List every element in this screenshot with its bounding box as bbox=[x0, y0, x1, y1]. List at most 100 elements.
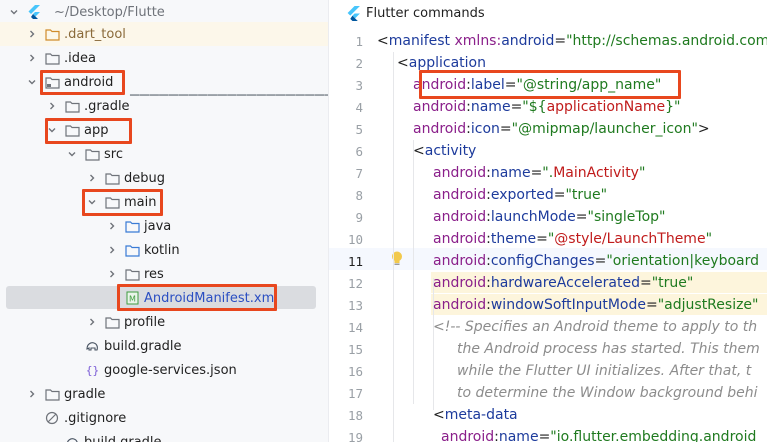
code-line[interactable]: android:name="${applicationName}" bbox=[413, 96, 680, 118]
line-number: 16 bbox=[347, 364, 363, 379]
chevron-down-icon[interactable] bbox=[86, 190, 98, 214]
code-token: android bbox=[433, 165, 487, 181]
tree-item-profile[interactable]: profile bbox=[0, 310, 328, 334]
tree-item-kotlin[interactable]: kotlin bbox=[0, 238, 328, 262]
tree-item-label: .dart_tool bbox=[64, 26, 126, 42]
chevron-right-icon[interactable] bbox=[46, 94, 58, 118]
tree-item-gradle[interactable]: .gradle bbox=[0, 94, 328, 118]
code-token: android bbox=[413, 77, 467, 93]
code-token: }" bbox=[665, 99, 681, 115]
code-line[interactable]: <meta-data bbox=[433, 404, 518, 426]
chevron-right-icon[interactable] bbox=[86, 166, 98, 190]
chevron-right-icon[interactable] bbox=[106, 214, 118, 238]
code-token: < bbox=[377, 33, 389, 49]
code-line[interactable]: android:hardwareAccelerated="true" bbox=[433, 272, 693, 294]
chevron-right-icon[interactable] bbox=[26, 46, 38, 70]
code-line[interactable]: <activity bbox=[413, 140, 476, 162]
tree-item-gradle[interactable]: gradle bbox=[0, 382, 328, 406]
code-token: < bbox=[433, 407, 445, 423]
code-line[interactable]: to determine the Window background behi bbox=[457, 382, 758, 404]
editor-tab[interactable]: Flutter commands bbox=[329, 0, 767, 26]
code-token: = bbox=[646, 297, 658, 313]
code-line[interactable]: android:exported="true" bbox=[433, 184, 607, 206]
code-line[interactable]: android:theme="@style/LaunchTheme" bbox=[433, 228, 712, 250]
code-token: activity bbox=[424, 143, 477, 159]
tree-item-idea[interactable]: .idea bbox=[0, 46, 328, 70]
chevron-right-icon[interactable] bbox=[26, 382, 38, 406]
tree-item-label: gradle bbox=[64, 386, 106, 402]
chevron-right-icon[interactable] bbox=[106, 262, 118, 286]
code-token: android bbox=[413, 99, 467, 115]
code-token: android bbox=[501, 33, 555, 49]
flutter-icon bbox=[347, 5, 360, 21]
code-line[interactable]: android:name="io.flutter.embedding.andro… bbox=[441, 426, 756, 442]
code-line[interactable]: android:icon="@mipmap/launcher_icon"> bbox=[413, 118, 710, 140]
code-token: = bbox=[530, 165, 543, 181]
tree-item-build-gradle[interactable]: build.gradle bbox=[0, 334, 328, 358]
chevron-right-icon[interactable] bbox=[26, 22, 38, 46]
code-editor[interactable]: Flutter commands 1 2 3 4 5 6 7 8 9 10 11 12 13 14 15 16… bbox=[329, 0, 767, 442]
chevron-down-icon[interactable] bbox=[66, 142, 78, 166]
code-line[interactable]: <manifest xmlns:android="http://schemas.… bbox=[377, 30, 767, 52]
code-token: = bbox=[575, 209, 588, 225]
ignore-file-icon bbox=[44, 410, 60, 426]
tree-item-label: build.gradle bbox=[84, 434, 162, 442]
chevron-right-icon[interactable] bbox=[86, 310, 98, 334]
code-token: name bbox=[498, 429, 539, 442]
code-line[interactable]: android:configChanges="orientation|keybo… bbox=[433, 250, 759, 272]
line-number: 4 bbox=[355, 100, 363, 115]
folder-icon bbox=[124, 218, 140, 234]
tree-item-google-services-json[interactable]: {} google-services.json bbox=[0, 358, 328, 382]
chevron-down-icon[interactable] bbox=[26, 70, 38, 94]
code-token: = bbox=[536, 231, 548, 247]
code-line[interactable]: android:launchMode="singleTop" bbox=[433, 206, 665, 228]
line-number: 12 bbox=[347, 276, 363, 291]
code-token: configChanges bbox=[490, 253, 595, 269]
tree-item-main[interactable]: main bbox=[0, 190, 328, 214]
line-number: 10 bbox=[347, 232, 363, 247]
line-number: 13 bbox=[347, 298, 363, 313]
code-token: "${ bbox=[522, 99, 547, 115]
code-token: android bbox=[433, 297, 487, 313]
tree-item-debug[interactable]: debug bbox=[0, 166, 328, 190]
code-line[interactable]: android:name=".MainActivity" bbox=[433, 162, 645, 184]
tree-item-res[interactable]: res bbox=[0, 262, 328, 286]
code-line[interactable]: android:windowSoftInputMode="adjustResiz… bbox=[433, 294, 758, 316]
code-area[interactable]: <manifest xmlns:android="http://schemas.… bbox=[375, 30, 767, 442]
project-path: ~/Desktop/Flutte bbox=[54, 4, 165, 20]
code-line[interactable]: android:label="@string/app_name" bbox=[413, 74, 661, 96]
code-line[interactable]: <!-- Specifies an Android theme to apply… bbox=[433, 316, 757, 338]
tree-item-src[interactable]: src bbox=[0, 142, 328, 166]
code-token: hardwareAccelerated bbox=[490, 275, 640, 291]
android-module-name-obscured: ▁▁▁▁▁▁▁▁▁▁▁▁▁▁▁▁▁▁▁▁▁ bbox=[130, 82, 328, 96]
code-token: = bbox=[594, 253, 607, 269]
tree-item-androidmanifest-xml[interactable]: M AndroidManifest.xml bbox=[0, 286, 328, 310]
line-number: 15 bbox=[347, 342, 363, 357]
code-token: android bbox=[433, 231, 487, 247]
tree-item-dart-tool[interactable]: .dart_tool bbox=[0, 22, 328, 46]
tree-item-java[interactable]: java bbox=[0, 214, 328, 238]
chevron-down-icon[interactable] bbox=[46, 118, 58, 142]
line-number: 7 bbox=[355, 166, 363, 181]
line-number: 3 bbox=[355, 78, 363, 93]
tree-item-label: src bbox=[104, 146, 123, 162]
code-token: " bbox=[638, 165, 646, 181]
indent-guide bbox=[413, 140, 414, 404]
tree-item-app[interactable]: app bbox=[0, 118, 328, 142]
code-line[interactable]: <application bbox=[397, 52, 486, 74]
manifest-file-icon: M bbox=[124, 290, 140, 306]
tree-item-gitignore[interactable]: .gitignore bbox=[0, 406, 328, 430]
code-token: to determine the Window background behi bbox=[457, 385, 758, 401]
folder-icon bbox=[44, 386, 60, 402]
tree-root-row[interactable]: ~/Desktop/Flutte bbox=[0, 0, 328, 24]
code-line[interactable]: while the Flutter UI initializes. After … bbox=[457, 360, 751, 382]
tree-item-label: app bbox=[84, 122, 109, 138]
folder-icon bbox=[84, 146, 100, 162]
line-number: 14 bbox=[347, 320, 363, 335]
tree-item-build-gradle[interactable]: build.gradle bbox=[0, 430, 328, 442]
code-line[interactable]: the Android process has started. This th… bbox=[457, 338, 760, 360]
chevron-down-icon[interactable] bbox=[8, 0, 20, 24]
chevron-right-icon[interactable] bbox=[106, 238, 118, 262]
